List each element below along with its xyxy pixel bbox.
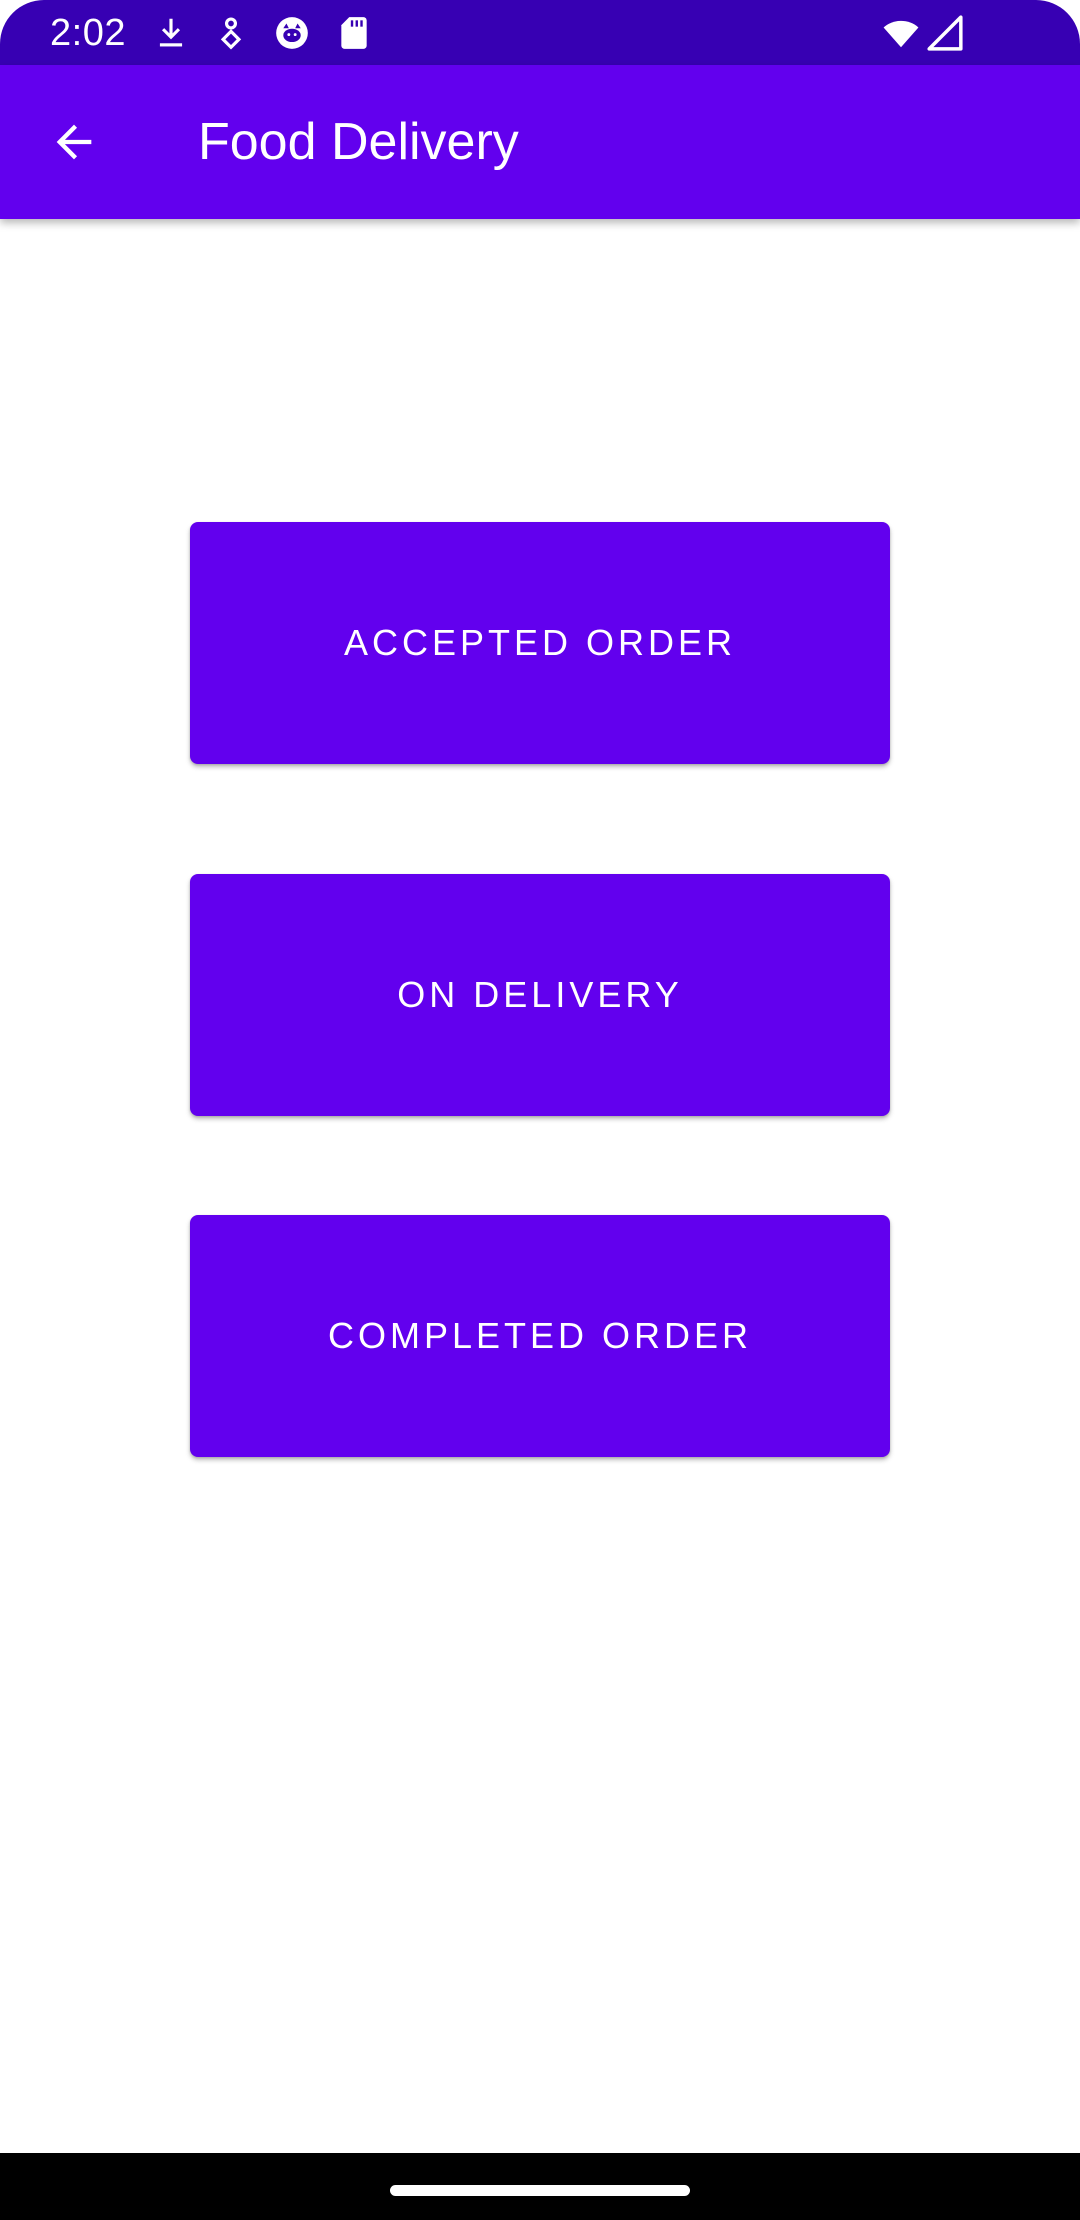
- completed-order-label: COMPLETED ORDER: [327, 1315, 753, 1356]
- back-button[interactable]: [36, 104, 112, 180]
- wifi-icon: [880, 14, 922, 52]
- download-icon: [152, 14, 190, 52]
- status-bar: 2:02: [0, 0, 1080, 65]
- home-gesture-handle[interactable]: [390, 2185, 690, 2196]
- cat-app-icon: [273, 14, 311, 52]
- accessibility-icon: [212, 14, 250, 52]
- cell-signal-icon: [926, 14, 964, 52]
- arrow-back-icon: [48, 116, 100, 168]
- sd-card-icon: [335, 14, 373, 52]
- page-title: Food Delivery: [198, 113, 519, 171]
- on-delivery-button[interactable]: ON DELIVERY: [190, 874, 890, 1116]
- completed-order-button[interactable]: COMPLETED ORDER: [190, 1215, 890, 1457]
- accepted-order-button[interactable]: ACCEPTED ORDER: [190, 522, 890, 764]
- app-bar: Food Delivery: [0, 65, 1080, 219]
- accepted-order-label: ACCEPTED ORDER: [343, 622, 737, 663]
- status-time: 2:02: [50, 12, 126, 54]
- navigation-bar: [0, 2153, 1080, 2220]
- on-delivery-label: ON DELIVERY: [397, 974, 683, 1015]
